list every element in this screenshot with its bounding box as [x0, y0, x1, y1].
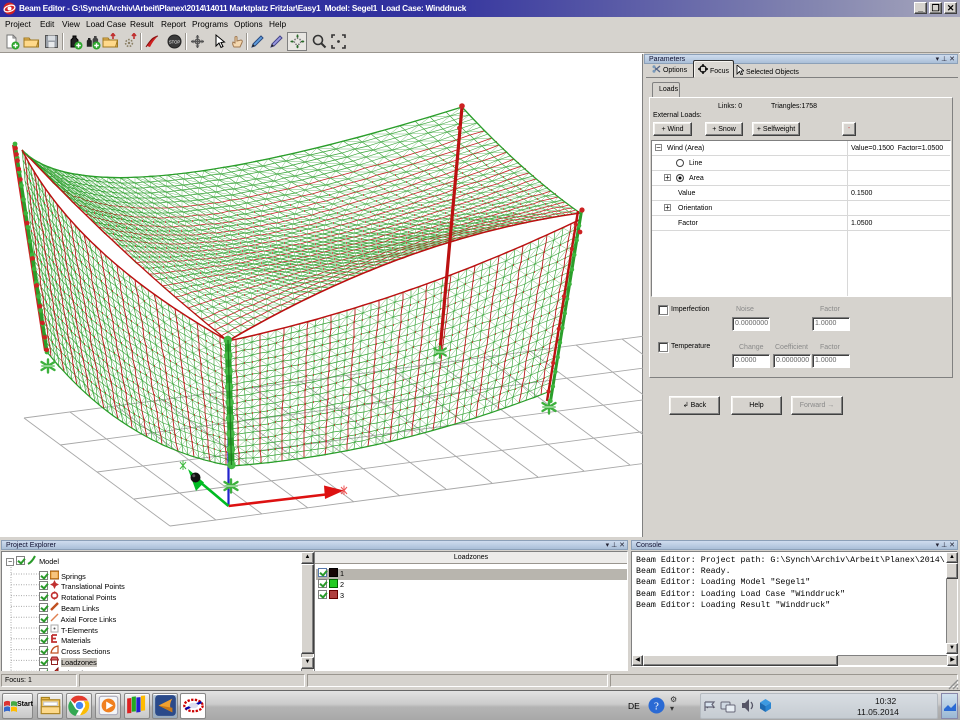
svg-text:STOP: STOP [169, 40, 181, 45]
svg-text:?: ? [654, 701, 659, 713]
